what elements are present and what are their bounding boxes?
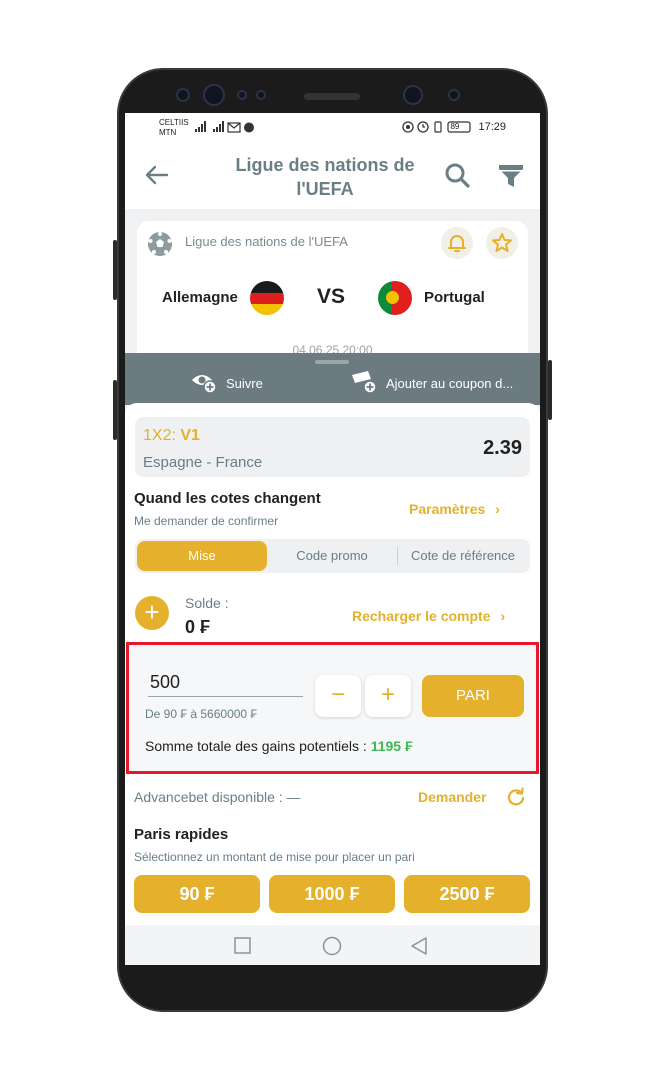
increase-stake-button[interactable]: + bbox=[365, 675, 411, 717]
sensor-icon bbox=[256, 90, 266, 100]
stake-tabs: Mise Code promo Cote de référence bbox=[135, 539, 530, 573]
system-nav-bar bbox=[125, 925, 540, 965]
bet-type: 1X2: V1 bbox=[143, 427, 200, 445]
stake-range: De 90 ₣ à 5660000 ₣ bbox=[145, 707, 258, 721]
league-name: Ligue des nations de l'UEFA bbox=[185, 234, 348, 249]
versus-label: VS bbox=[317, 285, 346, 308]
status-bar: CELTIIS MTN 89 17:29 bbox=[125, 113, 540, 143]
quick-bet-button[interactable]: 90 ₣ bbox=[134, 875, 260, 913]
drag-handle[interactable] bbox=[315, 360, 349, 364]
refresh-icon bbox=[507, 787, 525, 806]
app-header: Ligue des nations de l'UEFA bbox=[125, 143, 540, 209]
carrier-top: CELTIIS bbox=[159, 118, 189, 127]
selected-bet-card: 1X2: V1 Espagne - France 2.39 bbox=[135, 417, 530, 477]
odds-change-subtitle: Me demander de confirmer bbox=[134, 514, 279, 528]
germany-flag-icon bbox=[250, 281, 284, 315]
volume-button bbox=[113, 240, 117, 300]
bet-odd: 2.39 bbox=[483, 437, 522, 459]
power-button bbox=[548, 360, 552, 420]
page-title-line2: l'UEFA bbox=[296, 179, 354, 199]
balance-value: 0 ₣ bbox=[185, 617, 211, 637]
eye-plus-icon bbox=[192, 375, 217, 394]
bixby-button bbox=[113, 380, 117, 440]
odds-change-title: Quand les cotes changent bbox=[134, 490, 321, 507]
recharge-link-label: Recharger le compte bbox=[352, 608, 491, 624]
battery-level: 89 bbox=[450, 122, 460, 131]
tab-code-promo[interactable]: Code promo bbox=[271, 539, 393, 573]
potential-winnings-value: 1195 ₣ bbox=[370, 738, 413, 754]
coupon-sheet: 1X2: V1 Espagne - France 2.39 Quand les … bbox=[125, 403, 540, 965]
recharge-link[interactable]: Recharger le compte › bbox=[352, 608, 505, 624]
coupon-sheet-header: Suivre Ajouter au coupon d... bbox=[125, 353, 540, 405]
sensor-icon bbox=[176, 88, 190, 102]
tab-mise[interactable]: Mise bbox=[137, 541, 267, 571]
decrease-stake-button[interactable]: − bbox=[315, 675, 361, 717]
signal-icon bbox=[195, 121, 254, 133]
quick-bets-subtitle: Sélectionnez un montant de mise pour pla… bbox=[134, 850, 415, 864]
chevron-right-icon: › bbox=[495, 501, 500, 517]
tab-cote-reference[interactable]: Cote de référence bbox=[398, 539, 528, 573]
advancebet-label: Advancebet disponible : — bbox=[134, 789, 301, 805]
app-screen: CELTIIS MTN 89 17:29 Ligue des nations d… bbox=[125, 113, 540, 965]
star-icon bbox=[492, 233, 512, 252]
carrier-bottom: MTN bbox=[159, 128, 177, 137]
favorite-button[interactable] bbox=[486, 227, 518, 259]
settings-link-label: Paramètres bbox=[409, 501, 486, 517]
status-right: 89 17:29 bbox=[402, 121, 506, 133]
potential-winnings: Somme totale des gains potentiels : 1195… bbox=[145, 738, 413, 754]
filter-icon[interactable] bbox=[497, 161, 525, 189]
follow-button[interactable]: Suivre bbox=[190, 371, 310, 395]
bell-icon bbox=[448, 235, 466, 252]
request-advancebet-label: Demander bbox=[418, 789, 487, 805]
place-bet-button[interactable]: PARI bbox=[422, 675, 524, 717]
iris-sensor-icon bbox=[203, 84, 225, 106]
front-camera-icon bbox=[403, 85, 423, 105]
quick-bet-button[interactable]: 2500 ₣ bbox=[404, 875, 530, 913]
carrier-info: CELTIIS MTN bbox=[159, 118, 189, 138]
potential-winnings-label: Somme totale des gains potentiels : bbox=[145, 738, 367, 754]
follow-label: Suivre bbox=[226, 376, 263, 391]
back-icon[interactable] bbox=[410, 936, 428, 956]
page-title-line1: Ligue des nations de bbox=[235, 155, 415, 175]
quick-bet-button[interactable]: 1000 ₣ bbox=[269, 875, 395, 913]
clock: 17:29 bbox=[478, 121, 506, 133]
back-arrow-icon[interactable] bbox=[143, 161, 171, 189]
bet-pick: V1 bbox=[180, 427, 200, 444]
portugal-flag-icon bbox=[378, 281, 412, 315]
ticket-plus-icon bbox=[352, 371, 377, 394]
page-title: Ligue des nations de l'UEFA bbox=[220, 153, 430, 201]
earpiece-speaker bbox=[304, 93, 360, 100]
home-icon[interactable] bbox=[322, 936, 342, 956]
home-team-name: Allemagne bbox=[162, 289, 238, 306]
sensor-icon bbox=[237, 90, 247, 100]
stake-panel: De 90 ₣ à 5660000 ₣ − + PARI Somme total… bbox=[126, 642, 539, 774]
bet-match: Espagne - France bbox=[143, 454, 263, 471]
sensor-icon bbox=[448, 89, 460, 101]
plus-icon: + bbox=[144, 597, 160, 627]
bet-market: 1X2: bbox=[143, 427, 176, 444]
match-card[interactable]: Ligue des nations de l'UEFA Allemagne VS… bbox=[137, 221, 528, 371]
search-icon[interactable] bbox=[443, 161, 471, 189]
away-team-name: Portugal bbox=[424, 289, 485, 306]
football-icon bbox=[148, 232, 172, 256]
quick-bets-title: Paris rapides bbox=[134, 826, 229, 843]
add-to-coupon-button[interactable]: Ajouter au coupon d... bbox=[350, 371, 535, 395]
add-to-coupon-label: Ajouter au coupon d... bbox=[386, 376, 514, 391]
status-icons bbox=[402, 121, 472, 133]
notification-button[interactable] bbox=[441, 227, 473, 259]
chevron-right-icon: › bbox=[500, 608, 506, 624]
settings-link[interactable]: Paramètres › bbox=[409, 501, 500, 517]
request-advancebet-link[interactable]: Demander bbox=[418, 787, 525, 806]
recent-apps-icon[interactable] bbox=[234, 937, 251, 954]
add-funds-button[interactable]: + bbox=[135, 596, 169, 630]
stake-input[interactable] bbox=[148, 669, 303, 697]
balance-label: Solde : bbox=[185, 595, 229, 611]
